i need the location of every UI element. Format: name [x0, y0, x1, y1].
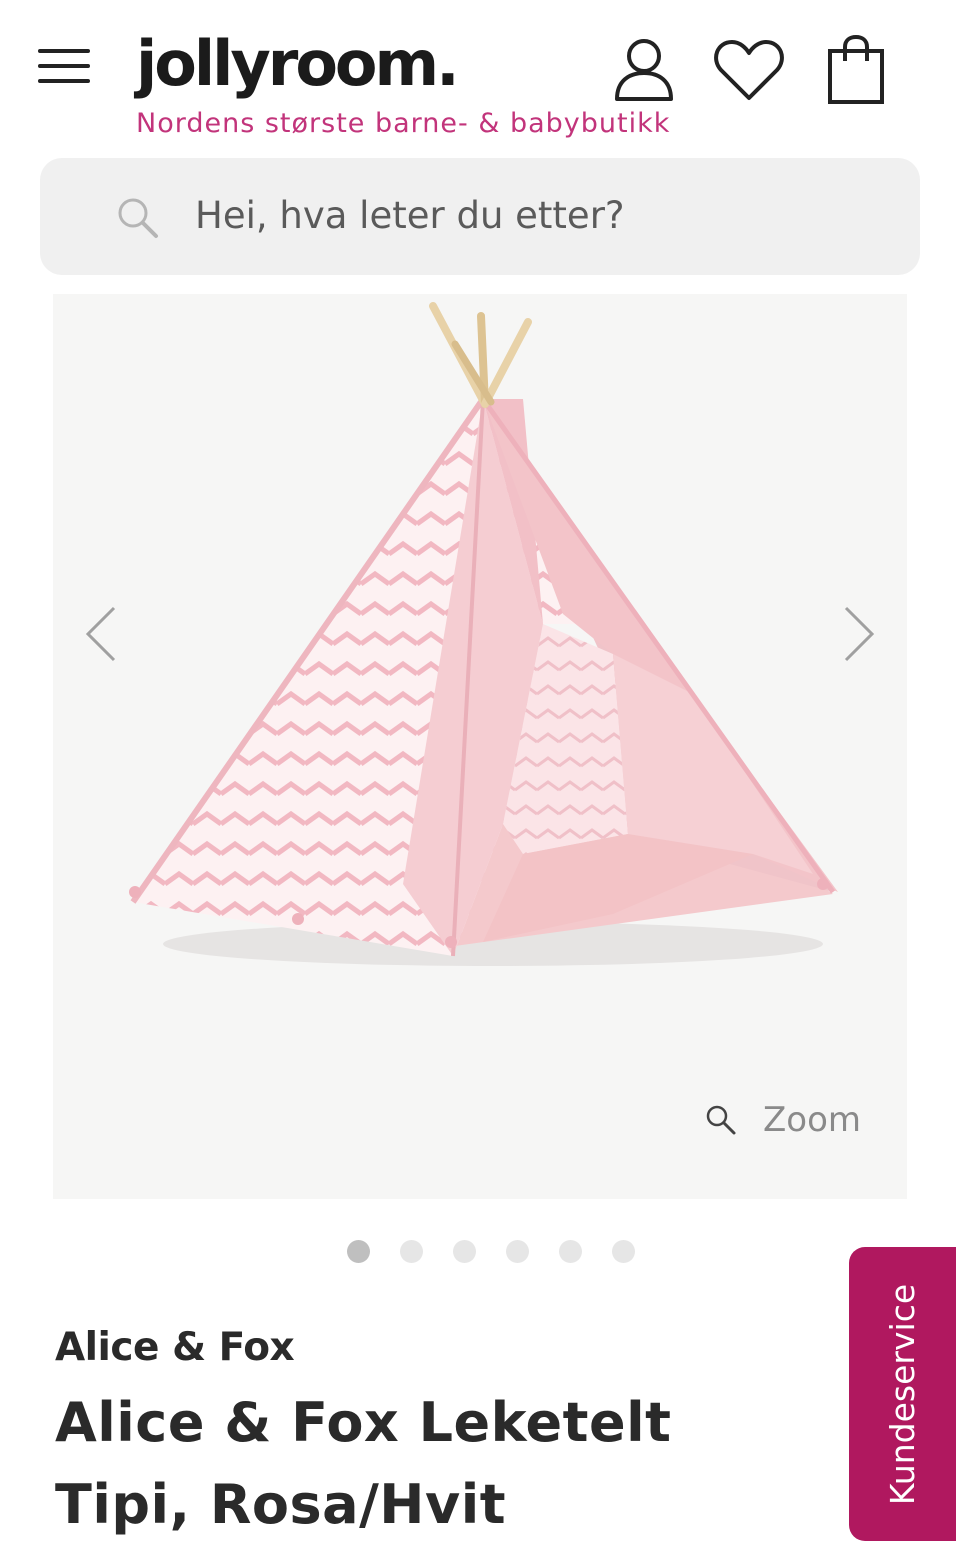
search-bar[interactable]: Hei, hva leter du etter?: [40, 158, 920, 275]
wishlist-button[interactable]: [711, 28, 787, 112]
gallery-pagination: [347, 1240, 635, 1263]
account-button[interactable]: [606, 28, 682, 112]
pagination-dot[interactable]: [400, 1240, 423, 1263]
chevron-right-icon: [844, 606, 875, 662]
magnifier-icon: [706, 1105, 736, 1135]
pagination-dot[interactable]: [559, 1240, 582, 1263]
pagination-dot[interactable]: [612, 1240, 635, 1263]
site-tagline: Nordens største barne- & babybutikk: [136, 108, 671, 139]
pagination-dot[interactable]: [506, 1240, 529, 1263]
next-image-button[interactable]: [829, 594, 889, 674]
logo-text: jollyroom.: [136, 27, 460, 100]
product-title: Alice & Fox Leketelt Tipi, Rosa/Hvit: [55, 1391, 672, 1536]
search-input[interactable]: Hei, hva leter du etter?: [195, 194, 625, 237]
user-icon: [615, 39, 673, 101]
product-image-gallery[interactable]: Zoom: [53, 294, 907, 1199]
menu-icon-line: [38, 79, 90, 83]
customer-service-label: Kundeservice: [883, 1283, 923, 1505]
chevron-left-icon: [85, 606, 116, 662]
cart-button[interactable]: [818, 28, 894, 112]
pagination-dot[interactable]: [347, 1240, 370, 1263]
menu-icon-line: [38, 49, 90, 53]
menu-button[interactable]: [38, 40, 98, 92]
search-icon: [118, 198, 158, 238]
site-logo[interactable]: jollyroom.: [136, 22, 460, 106]
menu-icon-line: [38, 64, 90, 68]
heart-icon: [714, 40, 784, 100]
pagination-dot[interactable]: [453, 1240, 476, 1263]
product-image: [129, 302, 838, 966]
product-page: jollyroom. Nordens største barne- & baby…: [0, 0, 960, 1556]
zoom-button[interactable]: Zoom: [705, 1100, 861, 1140]
previous-image-button[interactable]: [71, 594, 131, 674]
shopping-bag-icon: [828, 34, 884, 104]
zoom-label: Zoom: [763, 1100, 862, 1140]
customer-service-tab[interactable]: Kundeservice: [849, 1247, 956, 1541]
product-brand-link[interactable]: Alice & Fox: [55, 1325, 295, 1370]
